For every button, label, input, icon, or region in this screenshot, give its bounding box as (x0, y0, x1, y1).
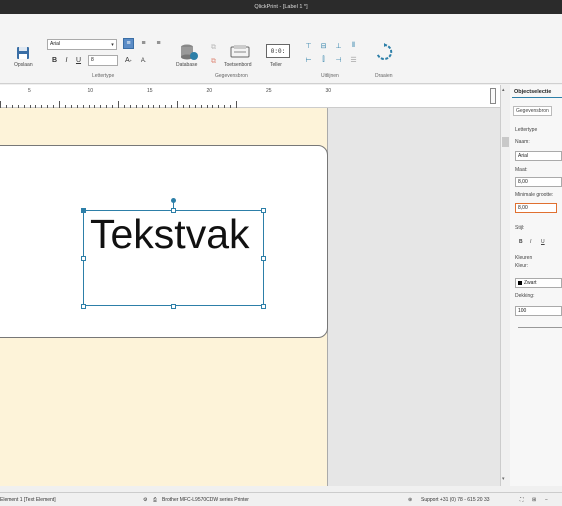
zoom-out-icon[interactable]: − (545, 497, 548, 503)
color-label: Kleur: (515, 263, 529, 269)
align-right-icon[interactable]: ≡ (153, 38, 164, 49)
ruler-label: 5 (28, 88, 31, 94)
section-colors: Kleuren (515, 255, 533, 261)
min-size-input[interactable]: 8,00 (515, 203, 557, 213)
panel-title: Objectselectie (514, 89, 552, 95)
ruler-tick (118, 101, 119, 108)
canvas-scrollbar[interactable]: ▴ ▾ (500, 85, 510, 486)
color-select[interactable]: Zwart (515, 278, 562, 288)
rotation-handle[interactable] (171, 198, 176, 203)
tab-data-source[interactable]: Gegevensbron (513, 106, 552, 116)
align-left-icon[interactable]: ≡ (123, 38, 134, 49)
horizontal-ruler: 5 10 15 20 25 30 (0, 85, 500, 108)
design-canvas[interactable]: Tekstvak (0, 108, 500, 486)
rotate-icon[interactable] (374, 42, 394, 62)
window-title: QlickPrint - [Label 1 *] (254, 4, 308, 10)
resize-handle-ne[interactable] (261, 208, 266, 213)
increase-font-icon[interactable]: A + (123, 55, 134, 66)
resize-handle-sw[interactable] (81, 304, 86, 309)
scroll-up-icon[interactable]: ▴ (502, 87, 505, 93)
scroll-thumb[interactable] (502, 137, 509, 147)
opacity-label: Dekking: (515, 293, 535, 299)
group-font-label: Lettertype (92, 73, 115, 79)
fit-page-icon[interactable]: ⛶ (520, 497, 524, 503)
distribute-v-icon[interactable]: ☰ (348, 54, 359, 65)
resize-handle-nw[interactable] (81, 208, 86, 213)
resize-handle-se[interactable] (261, 304, 266, 309)
database-icon[interactable] (178, 42, 200, 62)
keyboard-label[interactable]: Toetsenbord (224, 62, 252, 68)
status-bar: Element 1 [Text Element] ⚙ ⎙ Brother MFC… (0, 492, 562, 506)
resize-handle-w[interactable] (81, 256, 86, 261)
align-center-object-icon[interactable]: ⫿ (318, 54, 329, 65)
size-label: Maat: (515, 167, 528, 173)
decrease-font-icon[interactable]: A- (138, 55, 149, 66)
status-printer[interactable]: Brother MFC-L9570CDW series Printer (162, 497, 249, 503)
group-align-label: Uitlijnen (321, 73, 339, 79)
opacity-input[interactable]: 100 (515, 306, 562, 316)
status-element: Element 1 [Text Element] (0, 497, 56, 503)
resize-handle-n[interactable] (171, 208, 176, 213)
panel-bold-button[interactable]: B (519, 239, 523, 245)
save-button-label[interactable]: Opslaan (14, 62, 33, 68)
ruler-label: 25 (266, 88, 272, 94)
name-input[interactable]: Arial (515, 151, 562, 161)
counter-label[interactable]: Teller (270, 62, 282, 68)
style-label: Stijl: (515, 225, 525, 231)
properties-panel: Objectselectie Gegevensbron Lettertype N… (510, 85, 562, 486)
align-right-object-icon[interactable]: ⊣ (333, 54, 344, 65)
group-rotate-label: Draaien (375, 73, 393, 79)
zoom-icon[interactable]: ⊞ (532, 497, 536, 503)
italic-button[interactable]: I (61, 55, 72, 66)
database-label[interactable]: Database (176, 62, 197, 68)
panel-italic-button[interactable]: I (530, 239, 531, 245)
unlink-icon[interactable]: ⧉ (208, 56, 219, 67)
resize-handle-e[interactable] (261, 256, 266, 261)
keyboard-icon[interactable] (229, 42, 251, 60)
align-center-icon[interactable]: ≡ (138, 38, 149, 49)
color-value: Zwart (524, 280, 537, 286)
name-label: Naam: (515, 139, 530, 145)
align-bottom-icon[interactable]: ⊥ (333, 40, 344, 51)
min-size-label: Minimale grootte: (515, 192, 554, 198)
panel-underline-button[interactable]: U (541, 239, 545, 245)
ruler-end-marker (490, 88, 496, 104)
group-data-label: Gegevensbron (215, 73, 248, 79)
counter-icon[interactable]: 0:0: (266, 44, 290, 58)
save-icon[interactable] (14, 45, 32, 61)
ruler-label: 10 (87, 88, 94, 94)
ribbon-toolbar: Opslaan Arial ▾ B I U 8 A + A- ≡ ≡ ≡ Lett… (0, 14, 562, 84)
label-paper: Tekstvak (0, 108, 328, 486)
section-font: Lettertype (515, 127, 538, 133)
ruler-tick (177, 101, 178, 108)
ruler-label: 20 (206, 88, 213, 94)
align-left-object-icon[interactable]: ⊢ (303, 54, 314, 65)
printer-icon[interactable]: ⎙ (153, 497, 157, 503)
title-bar: QlickPrint - [Label 1 *] (0, 0, 562, 14)
settings-icon[interactable]: ⚙ (143, 497, 147, 503)
ruler-tick (236, 101, 237, 108)
underline-button[interactable]: U (73, 55, 84, 66)
color-swatch (518, 281, 522, 285)
resize-handle-s[interactable] (171, 304, 176, 309)
scroll-down-icon[interactable]: ▾ (502, 476, 505, 482)
opacity-slider[interactable] (518, 327, 562, 328)
ruler-tick (59, 101, 60, 108)
font-size-select[interactable]: 8 (88, 55, 118, 66)
status-support: Support +31 (0) 78 - 615 20 33 (421, 497, 490, 503)
link-icon[interactable]: ⧉ (208, 42, 219, 53)
distribute-h-icon[interactable]: ⫴ (348, 40, 359, 51)
align-top-icon[interactable]: ⊤ (303, 40, 314, 51)
chevron-down-icon[interactable]: ▾ (107, 39, 118, 50)
panel-title-underline (512, 97, 562, 98)
size-input[interactable]: 8,00 (515, 177, 562, 187)
ruler-label: 30 (325, 88, 332, 94)
align-middle-icon[interactable]: ⊟ (318, 40, 329, 51)
text-element-content[interactable]: Tekstvak (90, 213, 250, 255)
ruler-label: 15 (147, 88, 153, 94)
support-icon: ⊛ (408, 497, 413, 503)
text-element[interactable]: Tekstvak (83, 210, 264, 306)
bold-button[interactable]: B (49, 55, 60, 66)
ruler-tick (0, 101, 1, 108)
